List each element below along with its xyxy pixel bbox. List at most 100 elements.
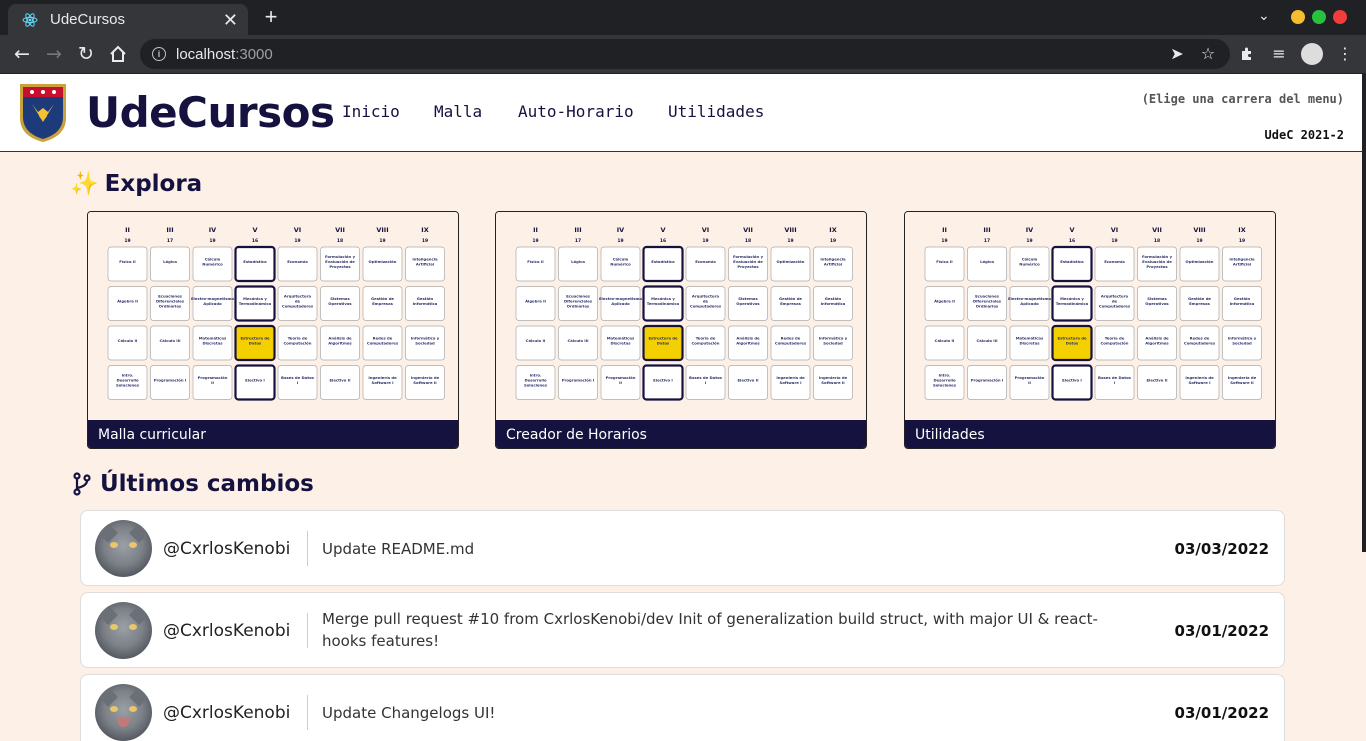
commit-author[interactable]: @CxrlosKenobi <box>163 703 290 723</box>
nav-utilidades[interactable]: Utilidades <box>668 102 764 121</box>
semester-label: VI <box>1111 226 1118 234</box>
close-tab-icon[interactable]: ✕ <box>223 11 238 29</box>
course-name: Estadística <box>651 259 675 264</box>
tab-search-chevron-icon[interactable]: ⌄ <box>1258 8 1270 24</box>
semester-credits: 18 <box>337 238 343 244</box>
semester-label: IX <box>1238 226 1245 234</box>
course-name: Economía <box>1104 259 1125 264</box>
semester-credits: 19 <box>532 238 538 244</box>
course-name: Cálculo II <box>935 338 955 343</box>
course-name: Economía <box>695 259 716 264</box>
course-name: Informática <box>1230 301 1255 306</box>
course-cell <box>770 246 811 282</box>
course-name: Computadores <box>367 341 399 346</box>
semester-label: VII <box>743 226 753 234</box>
course-cell <box>277 246 318 282</box>
course-name: Informática <box>413 301 438 306</box>
semester-credits: 17 <box>984 238 990 244</box>
course-name: Empresas <box>372 301 394 306</box>
reload-icon[interactable]: ↻ <box>74 42 98 66</box>
course-name: Cálculo II <box>526 338 546 343</box>
semester-credits: 19 <box>209 238 215 244</box>
browser-tab[interactable]: UdeCursos ✕ <box>8 4 248 35</box>
career-select-hint[interactable]: (Elige una carrera del menu) <box>1142 92 1344 106</box>
curriculum-thumbnail: II 19 III 17 IV 19 V 16 VI 19 VII 18 VIII 19 IX 19 Físic… <box>905 212 1275 420</box>
course-name: Física II <box>936 259 953 264</box>
semester-label: II <box>125 226 130 234</box>
curriculum-thumbnail: II 19 III 17 IV 19 V 16 VI 19 VII 18 VIII 19 IX 19 Físic… <box>88 212 458 420</box>
course-cell <box>107 325 148 361</box>
semester-label: V <box>1069 226 1074 234</box>
course-cell <box>107 286 148 321</box>
commit-date: 03/01/2022 <box>1174 704 1269 722</box>
site-info-icon[interactable]: i <box>152 47 166 61</box>
semester-credits: 19 <box>422 238 428 244</box>
semester-label: VI <box>702 226 709 234</box>
maximize-icon[interactable] <box>1312 10 1326 24</box>
semester-label: IV <box>617 226 624 234</box>
send-icon[interactable]: ➤ <box>1166 43 1188 65</box>
commit-item[interactable]: @CxrlosKenobi Merge pull request #10 fro… <box>80 592 1285 668</box>
course-name: Álgebra II <box>525 299 546 304</box>
address-bar[interactable]: i localhost:3000 <box>140 39 1230 69</box>
card-creador-horarios[interactable]: II 19 III 17 IV 19 V 16 VI 19 VII 18 VIII 19 IX 19 Físic… <box>495 211 867 449</box>
nav-malla[interactable]: Malla <box>434 102 482 121</box>
browser-toolbar: ← → ↻ i localhost:3000 ➤ ☆ ≡ ⋮ <box>0 35 1366 74</box>
course-name: Numérico <box>610 262 631 267</box>
home-icon[interactable] <box>106 42 130 66</box>
window-controls <box>1284 10 1347 24</box>
minimize-icon[interactable] <box>1291 10 1305 24</box>
course-name: Soluciones <box>524 383 548 388</box>
commit-item[interactable]: @CxrlosKenobi Update README.md 03/03/202… <box>80 510 1285 586</box>
bookmark-star-icon[interactable]: ☆ <box>1197 43 1219 65</box>
semester-credits: 19 <box>379 238 385 244</box>
scrollbar[interactable] <box>1362 74 1366 552</box>
new-tab-icon[interactable]: + <box>258 4 284 30</box>
course-name: Computación <box>1100 341 1128 346</box>
media-queue-icon[interactable]: ≡ <box>1268 43 1290 65</box>
profile-avatar[interactable] <box>1301 43 1323 65</box>
card-malla-curricular[interactable]: II 19 III 17 IV 19 V 16 VI 19 VII 18 VIII 19 IX 19 Físic… <box>87 211 459 449</box>
forward-icon[interactable]: → <box>42 42 66 66</box>
course-name: Operativos <box>328 301 352 306</box>
divider <box>307 695 308 730</box>
back-icon[interactable]: ← <box>10 42 34 66</box>
commit-author[interactable]: @CxrlosKenobi <box>163 539 290 559</box>
course-cell <box>150 325 190 361</box>
course-cell <box>642 245 684 283</box>
semester-label: IX <box>829 226 836 234</box>
extensions-icon[interactable] <box>1236 43 1258 65</box>
course-name: Cálculo II <box>118 338 138 343</box>
brand-title[interactable]: UdeCursos <box>86 88 335 137</box>
course-name: Estadística <box>1060 259 1084 264</box>
avatar <box>95 602 152 659</box>
commit-message: Update Changelogs UI! <box>322 704 496 722</box>
nav-auto-horario[interactable]: Auto-Horario <box>518 102 634 121</box>
semester-credits: 19 <box>941 238 947 244</box>
course-name: Termodinámica <box>1056 301 1089 306</box>
course-name: Software II <box>1230 380 1254 385</box>
course-name: Proyectos <box>329 264 351 269</box>
close-window-icon[interactable] <box>1333 10 1347 24</box>
kebab-menu-icon[interactable]: ⋮ <box>1334 43 1356 65</box>
course-name: Álgebra II <box>117 299 138 304</box>
course-cell <box>515 286 556 321</box>
commit-author[interactable]: @CxrlosKenobi <box>163 621 290 641</box>
semester-label: VIII <box>1193 226 1205 234</box>
browser-tab-strip: UdeCursos ✕ + ⌄ <box>0 0 1366 35</box>
semester-label: IX <box>421 226 428 234</box>
semester-credits: 19 <box>787 238 793 244</box>
card-utilidades[interactable]: II 19 III 17 IV 19 V 16 VI 19 VII 18 VIII 19 IX 19 Físic… <box>904 211 1276 449</box>
nav-inicio[interactable]: Inicio <box>342 102 400 121</box>
course-cell <box>1137 365 1177 400</box>
course-name: Álgebra II <box>934 299 955 304</box>
course-name: Algoritmos <box>1145 341 1169 346</box>
page: UdeCursos Inicio Malla Auto-Horario Util… <box>0 74 1366 741</box>
commit-item[interactable]: @CxrlosKenobi Update Changelogs UI! 03/0… <box>80 674 1285 741</box>
semester-label: II <box>533 226 538 234</box>
course-name: Artificial <box>1233 262 1251 267</box>
course-cell <box>924 286 965 321</box>
commit-message: Merge pull request #10 from CxrlosKenobi… <box>322 610 1098 650</box>
semester-label: III <box>983 226 990 234</box>
course-name: Estadística <box>243 259 267 264</box>
